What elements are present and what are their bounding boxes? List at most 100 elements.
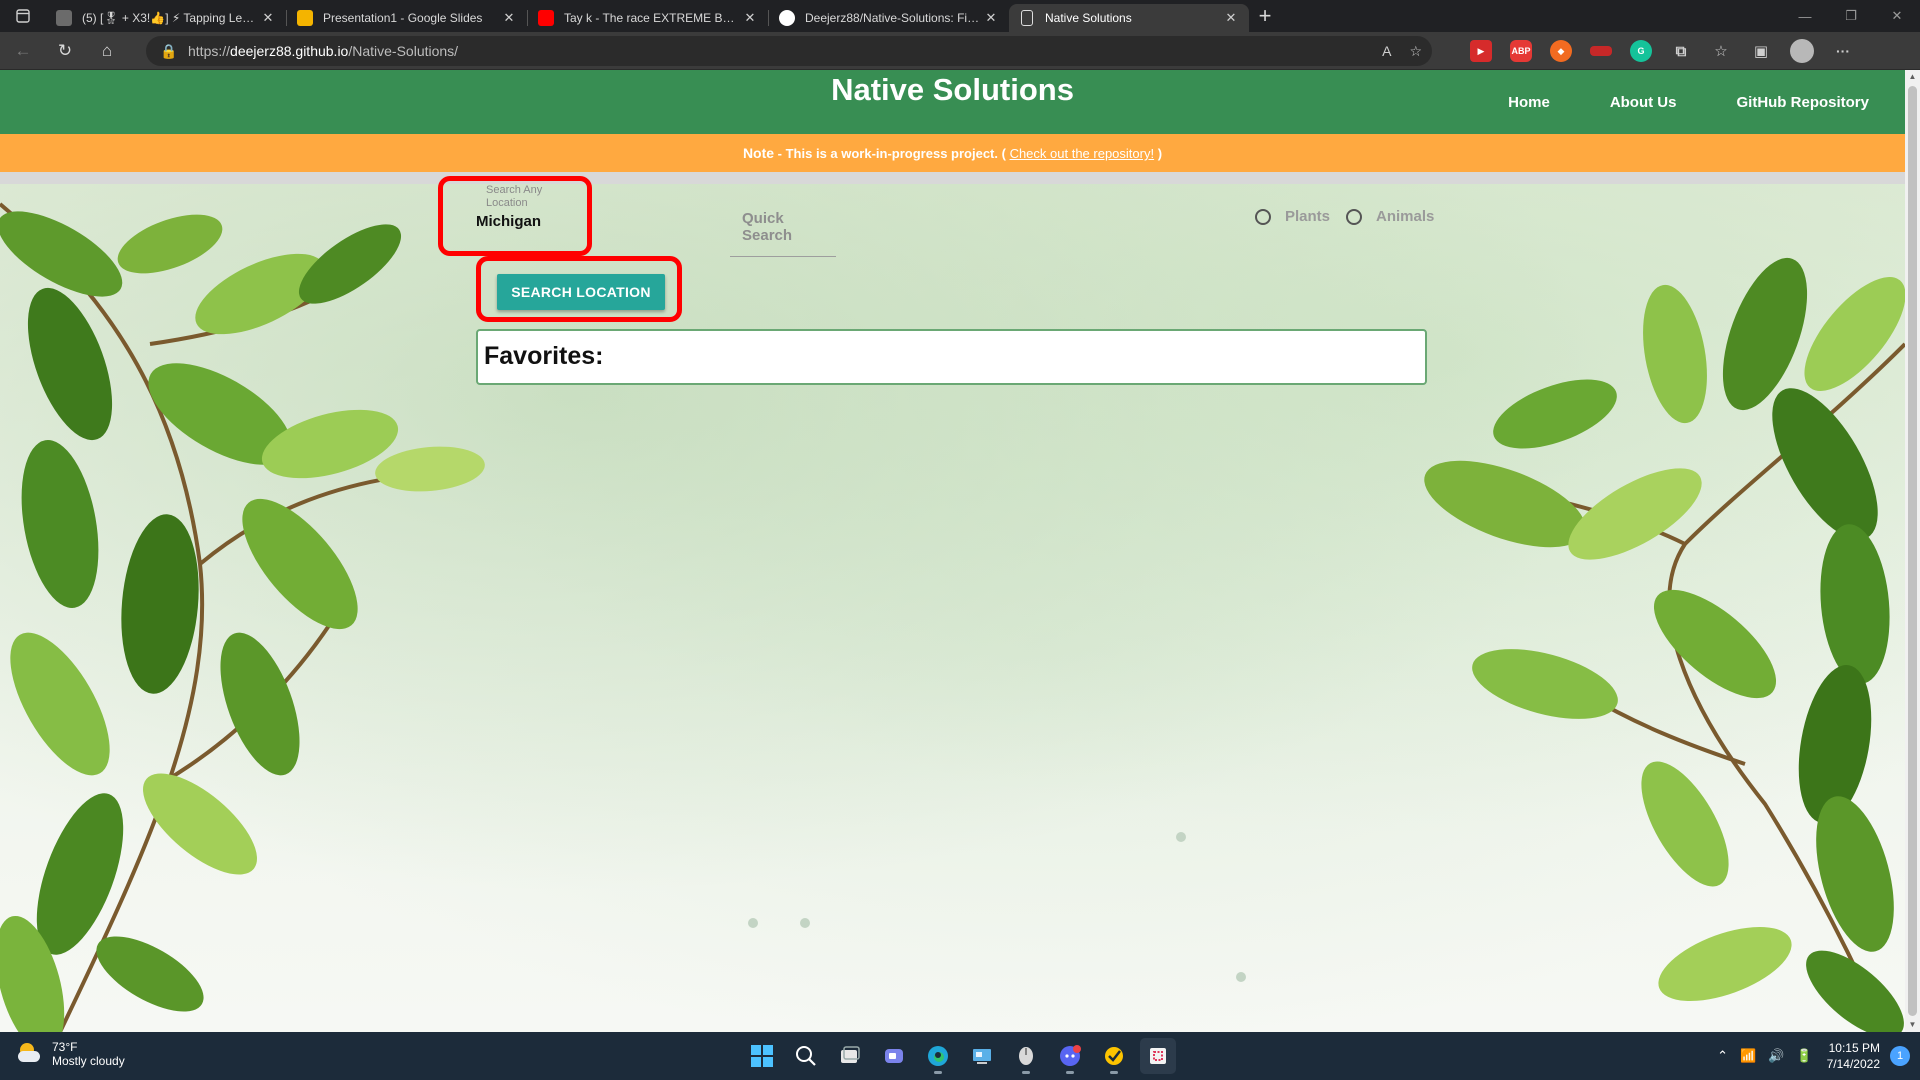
paint-speck (800, 918, 810, 928)
github-icon (779, 10, 795, 26)
show-hidden-icons-chevron-icon[interactable]: ⌃ (1717, 1048, 1728, 1064)
extensions-area: ▶ ABP ◆ G ⧉ ☆ ▣ ··· (1470, 32, 1854, 70)
paint-speck (748, 918, 758, 928)
address-bar[interactable]: 🔒 https://deejerz88.github.io/Native-Sol… (146, 36, 1432, 66)
tab-actions-icon[interactable] (0, 0, 46, 32)
browser-tab[interactable]: Presentation1 - Google Slides ✕ (287, 4, 527, 32)
browser-tab[interactable]: Deejerz88/Native-Solutions: Find native … (769, 4, 1009, 32)
url-scheme: https:// (188, 43, 231, 59)
youtube-icon (538, 10, 554, 26)
tab-title: Deejerz88/Native-Solutions: Find native … (805, 11, 983, 25)
control-panel-icon[interactable] (964, 1038, 1000, 1074)
edge-browser-icon[interactable] (920, 1038, 956, 1074)
nav-link-github-repository[interactable]: GitHub Repository (1736, 94, 1869, 111)
scroll-down-icon[interactable]: ▼ (1905, 1018, 1920, 1032)
note-label: Note (742, 145, 775, 161)
favorites-icon[interactable]: ☆ (1710, 40, 1732, 62)
discord-icon[interactable] (1052, 1038, 1088, 1074)
favorites-title: Favorites: (484, 342, 604, 370)
minimize-icon[interactable]: — (1782, 0, 1828, 32)
tab-close-icon[interactable]: ✕ (983, 10, 999, 26)
site-header: Native Solutions Home About Us GitHub Re… (0, 70, 1905, 134)
tab-title: Presentation1 - Google Slides (323, 11, 483, 25)
browser-tab[interactable]: (5) [🎖 + X3!👍] ⚡ Tapping Legends ✕ (46, 4, 286, 32)
tab-favicon-icon (56, 10, 72, 26)
profile-avatar[interactable] (1790, 39, 1814, 63)
note-text: - This is a work-in-progress project. ( (774, 146, 1010, 161)
page-scrollbar[interactable]: ▲ ▼ (1905, 70, 1920, 1032)
taskbar-apps (744, 1038, 1176, 1074)
favorites-panel: Favorites: (476, 329, 1427, 385)
nav-link-about-us[interactable]: About Us (1610, 94, 1677, 111)
adblock-plus-icon[interactable]: ABP (1510, 40, 1532, 62)
youtube-extension-icon[interactable]: ▶ (1470, 40, 1492, 62)
add-favorite-icon[interactable]: ☆ (1409, 43, 1422, 60)
read-aloud-icon[interactable]: A (1382, 43, 1391, 60)
start-icon[interactable] (744, 1038, 780, 1074)
annotation-highlight-button (476, 256, 682, 322)
lock-icon[interactable]: 🔒 (160, 43, 177, 60)
battery-icon[interactable]: 🔋 (1796, 1048, 1812, 1064)
nav-link-home[interactable]: Home (1508, 94, 1550, 111)
browser-tab-strip: (5) [🎖 + X3!👍] ⚡ Tapping Legends ✕ Prese… (0, 0, 1920, 32)
scroll-up-icon[interactable]: ▲ (1905, 70, 1920, 84)
url-host: deejerz88.github.io (230, 43, 349, 59)
fox-extension-icon[interactable]: ◆ (1550, 40, 1572, 62)
new-tab-button[interactable]: + (1249, 0, 1281, 32)
partly-cloudy-icon (16, 1041, 42, 1067)
close-window-icon[interactable]: ✕ (1874, 0, 1920, 32)
more-options-icon[interactable]: ··· (1832, 40, 1854, 62)
tab-title: (5) [🎖 + X3!👍] ⚡ Tapping Legends (82, 11, 260, 25)
paint-speck (1236, 972, 1246, 982)
extensions-puzzle-icon[interactable]: ⧉ (1670, 40, 1692, 62)
mouse-app-icon[interactable] (1008, 1038, 1044, 1074)
category-radio-group: Plants Animals (1255, 208, 1450, 225)
collections-icon[interactable]: ▣ (1750, 40, 1772, 62)
tab-close-icon[interactable]: ✕ (742, 10, 758, 26)
site-nav: Home About Us GitHub Repository (1508, 70, 1905, 134)
search-icon[interactable] (788, 1038, 824, 1074)
note-end: ) (1154, 146, 1163, 161)
work-in-progress-banner: Note - This is a work-in-progress projec… (0, 134, 1905, 172)
home-icon[interactable]: ⌂ (88, 35, 126, 67)
clock[interactable]: 10:15 PM 7/14/2022 (1827, 1040, 1880, 1072)
window-controls: — ❐ ✕ (1782, 0, 1920, 32)
volume-icon[interactable]: 🔊 (1768, 1048, 1784, 1064)
plants-radio[interactable] (1255, 208, 1271, 225)
clock-date: 7/14/2022 (1826, 1057, 1880, 1071)
tab-close-icon[interactable]: ✕ (260, 10, 276, 26)
weather-widget[interactable]: 73°F Mostly cloudy (16, 1040, 125, 1068)
back-icon[interactable]: ← (4, 35, 42, 67)
snipping-tool-icon[interactable] (1140, 1038, 1176, 1074)
plants-radio-label[interactable]: Plants (1285, 208, 1330, 225)
refresh-icon[interactable]: ↻ (46, 35, 84, 67)
paint-speck (1176, 832, 1186, 842)
browser-toolbar: ← ↻ ⌂ 🔒 https://deejerz88.github.io/Nati… (0, 32, 1920, 70)
animals-radio[interactable] (1346, 208, 1363, 225)
task-view-icon[interactable] (832, 1038, 868, 1074)
notification-badge[interactable]: 1 (1890, 1046, 1910, 1066)
watercolor-background (0, 184, 1905, 1032)
weather-condition: Mostly cloudy (52, 1054, 125, 1068)
scrollbar-thumb[interactable] (1908, 86, 1917, 1016)
norton-icon[interactable] (1096, 1038, 1132, 1074)
restore-icon[interactable]: ❐ (1828, 0, 1874, 32)
tray-icons: ⌃ 📶 🔊 🔋 (1717, 1048, 1812, 1064)
browser-tab[interactable]: Tay k - The race EXTREME BASS BOOSTED ✕ (528, 4, 768, 32)
annotation-highlight-location (438, 176, 592, 256)
teams-chat-icon[interactable] (876, 1038, 912, 1074)
windows-taskbar: 73°F Mostly cloudy ⌃ 📶 🔊 🔋 10:15 PM 7/14… (0, 1032, 1920, 1080)
browser-tab-active[interactable]: Native Solutions ✕ (1009, 4, 1249, 32)
google-slides-icon (297, 10, 313, 26)
tab-close-icon[interactable]: ✕ (1223, 10, 1239, 26)
animals-radio-label[interactable]: Animals (1376, 208, 1434, 225)
quick-search-input[interactable]: Quick Search (730, 210, 836, 257)
grammarly-icon[interactable]: G (1630, 40, 1652, 62)
divider-strip (0, 172, 1905, 184)
tab-title: Native Solutions (1045, 11, 1132, 25)
wifi-icon[interactable]: 📶 (1740, 1048, 1756, 1064)
weather-temperature: 73°F (52, 1040, 78, 1054)
red-extension-icon[interactable] (1590, 46, 1612, 56)
repository-link[interactable]: Check out the repository! (1010, 146, 1155, 161)
tab-close-icon[interactable]: ✕ (501, 10, 517, 26)
